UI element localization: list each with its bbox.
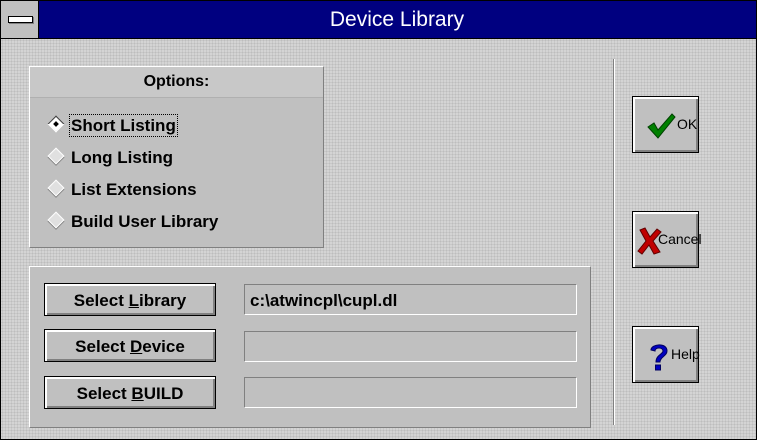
options-group: Options: Short Listing Long Listing List… [29,66,324,248]
radio-short-listing[interactable]: Short Listing [47,113,178,139]
checkmark-icon [647,113,676,139]
radio-list-extensions[interactable]: List Extensions [47,177,197,203]
cancel-button[interactable]: Cancel [632,211,702,268]
radio-build-user-library[interactable]: Build User Library [47,209,218,235]
select-library-button[interactable]: Select Library [44,283,216,316]
dialog-body: Options: Short Listing Long Listing List… [1,39,756,439]
build-field[interactable] [244,377,577,408]
selection-group: Select Library c:\atwincpl\cupl.dl Selec… [29,266,591,428]
select-build-button[interactable]: Select BUILD [44,376,216,409]
radio-unchecked-icon [47,147,65,165]
radio-unchecked-icon [47,211,65,229]
system-menu-icon [8,16,33,23]
ok-button[interactable]: OK [632,96,699,153]
radio-long-listing[interactable]: Long Listing [47,145,173,171]
separator-line [613,59,614,425]
select-device-button[interactable]: Select Device [44,329,216,362]
question-icon [650,344,668,371]
device-library-dialog: Device Library Options: Short Listing Lo… [0,0,757,440]
radio-unchecked-icon [47,179,65,197]
title-bar: Device Library [1,1,756,39]
device-field[interactable] [244,331,577,362]
options-header: Options: [30,67,323,98]
help-button[interactable]: Help [632,326,700,383]
window-title: Device Library [329,8,465,31]
radio-checked-icon [47,115,65,133]
system-menu-button[interactable] [1,1,39,38]
library-path-field[interactable]: c:\atwincpl\cupl.dl [244,284,577,315]
